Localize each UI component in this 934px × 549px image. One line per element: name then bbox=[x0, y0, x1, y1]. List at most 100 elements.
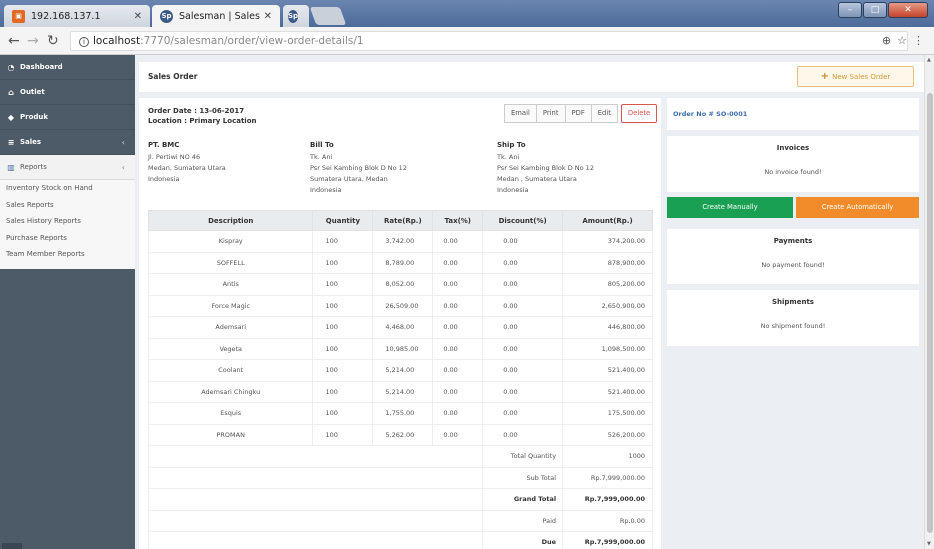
invoices-panel: Invoices No invoice found! bbox=[667, 136, 919, 192]
close-tab-icon[interactable]: ✕ bbox=[134, 11, 142, 22]
minimize-icon[interactable]: – bbox=[838, 2, 862, 18]
summary-label: Total Quantity bbox=[482, 445, 564, 468]
close-tab-icon[interactable]: ✕ bbox=[264, 11, 272, 22]
address-line: Medan, Sumatera Utara bbox=[148, 164, 226, 172]
shipments-empty-text: No shipment found! bbox=[760, 322, 826, 330]
email-button[interactable]: Email bbox=[504, 104, 537, 123]
table-row: SOFFELL 100 8,789.00 0.00 0.00 878,900.00 bbox=[147, 251, 653, 274]
report-link-inventory[interactable]: Inventory Stock on Hand bbox=[0, 180, 135, 197]
reload-icon[interactable]: ↻ bbox=[47, 33, 59, 49]
summary-row: Due Rp.7,999,000.00 bbox=[147, 531, 653, 549]
tab-stockpile-label-area bbox=[282, 5, 312, 27]
table-cell: Kispray bbox=[147, 230, 314, 253]
sidebar-item-dashboard[interactable]: ◔ Dashboard bbox=[0, 55, 135, 80]
tab-ip[interactable]: ▣ 192.168.137.1 ✕ bbox=[4, 5, 150, 27]
table-cell: 0.00 bbox=[482, 337, 564, 360]
order-date: Order Date : 13-06-2017 bbox=[148, 107, 245, 115]
table-row: Coolant 100 5,214.00 0.00 0.00 521,400.00 bbox=[147, 359, 653, 382]
sidebar-item-label: Reports bbox=[20, 163, 47, 171]
report-link-sales-history[interactable]: Sales History Reports bbox=[0, 213, 135, 230]
address-line: Jl. Pertiwi NO 46 bbox=[148, 153, 201, 161]
table-cell: 0.00 bbox=[482, 359, 564, 382]
order-meta: Order Date : 13-06-2017 Location : Prima… bbox=[148, 106, 257, 126]
url-input[interactable]: i localhost:7770/salesman/order/view-orde… bbox=[70, 31, 908, 51]
delete-button[interactable]: Delete bbox=[620, 104, 658, 123]
order-number: Order No # SO-0001 bbox=[673, 110, 748, 118]
page-header: Sales Order + New Sales Order bbox=[139, 62, 924, 92]
maximize-icon[interactable]: □ bbox=[863, 2, 887, 18]
new-tab-button[interactable] bbox=[309, 7, 347, 25]
invoices-title: Invoices bbox=[776, 144, 810, 152]
table-cell: 5,262.00 bbox=[372, 423, 434, 446]
table-cell: 3,742.00 bbox=[372, 230, 434, 253]
column-header: Description bbox=[147, 210, 314, 231]
cubes-icon: ◆ bbox=[7, 112, 15, 122]
company-address: PT. BMC Jl. Pertiwi NO 46 Medan, Sumater… bbox=[148, 140, 226, 185]
payments-empty-text: No payment found! bbox=[761, 261, 825, 269]
summary-row: Total Quantity 1000 bbox=[147, 445, 653, 468]
close-window-icon[interactable]: ✕ bbox=[888, 2, 928, 18]
address-line: Sumatera Utara, Medan bbox=[310, 175, 388, 183]
back-icon[interactable]: ← bbox=[8, 33, 20, 49]
table-cell: 0.00 bbox=[432, 316, 484, 339]
sidebar-item-label: Dashboard bbox=[20, 63, 63, 71]
summary-spacer bbox=[147, 509, 484, 532]
payments-panel: Payments No payment found! bbox=[667, 229, 919, 284]
info-icon[interactable]: i bbox=[79, 37, 89, 47]
chevron-left-icon: ‹ bbox=[121, 137, 125, 147]
sidebar-item-reports[interactable]: ▥ Reports ‹ bbox=[0, 155, 135, 180]
order-location: Location : Primary Location bbox=[148, 117, 257, 125]
new-sales-order-button[interactable]: + New Sales Order bbox=[797, 66, 914, 87]
table-cell: 0.00 bbox=[482, 402, 564, 425]
page-scrollbar[interactable]: ▲ ▼ bbox=[924, 55, 934, 549]
create-manually-button[interactable]: Create Manually bbox=[667, 197, 793, 218]
column-header: Quantity bbox=[312, 210, 374, 231]
tab-salesman[interactable]: Sp Salesman | Sales ✕ bbox=[152, 5, 280, 27]
scrollbar-thumb[interactable] bbox=[927, 93, 933, 533]
company-name: PT. BMC bbox=[148, 141, 180, 149]
table-row: Kispray 100 3,742.00 0.00 0.00 374,200.00 bbox=[147, 230, 653, 253]
scroll-up-icon[interactable]: ▲ bbox=[927, 57, 931, 63]
table-cell: 100 bbox=[312, 423, 374, 446]
sidebar-item-label: Outlet bbox=[20, 88, 45, 96]
table-cell: 100 bbox=[312, 380, 374, 403]
table-cell: 526,200.00 bbox=[562, 423, 653, 446]
table-cell: 2,650,900.00 bbox=[562, 294, 653, 317]
table-row: Vegeta 100 10,985.00 0.00 0.00 1,098,500.00 bbox=[147, 337, 653, 360]
sidebar-item-sales[interactable]: ≡ Sales ‹ bbox=[0, 130, 135, 155]
table-cell: 5,214.00 bbox=[372, 380, 434, 403]
table-cell: 100 bbox=[312, 402, 374, 425]
zoom-star-menu-icons[interactable]: ⊕☆⋮ bbox=[882, 34, 930, 47]
summary-value: Rp.7,999,000.00 bbox=[562, 488, 653, 511]
report-link-purchase[interactable]: Purchase Reports bbox=[0, 229, 135, 246]
report-link-team-member[interactable]: Team Member Reports bbox=[0, 246, 135, 263]
invoices-empty-text: No invoice found! bbox=[764, 168, 822, 176]
new-sales-order-label: New Sales Order bbox=[832, 73, 891, 81]
address-line: Psr Sei Kambing Blok D No 12 bbox=[497, 164, 594, 172]
edit-button[interactable]: Edit bbox=[590, 104, 618, 123]
table-cell: 1,098,500.00 bbox=[562, 337, 653, 360]
column-header: Rate(Rp.) bbox=[372, 210, 434, 231]
create-automatically-button[interactable]: Create Automatically bbox=[796, 197, 919, 218]
summary-spacer bbox=[147, 531, 484, 549]
table-row: Antis 100 8,052.00 0.00 0.00 805,200.00 bbox=[147, 273, 653, 296]
sidebar-item-outlet[interactable]: ⌂ Outlet bbox=[0, 80, 135, 105]
tab-label: 192.168.137.1 bbox=[31, 10, 101, 22]
sidebar-item-produk[interactable]: ◆ Produk bbox=[0, 105, 135, 130]
report-link-sales[interactable]: Sales Reports bbox=[0, 196, 135, 213]
table-row: Ademsari 100 4,468.00 0.00 0.00 446,800.00 bbox=[147, 316, 653, 339]
summary-label: Due bbox=[482, 531, 564, 549]
table-cell: 10,985.00 bbox=[372, 337, 434, 360]
print-button[interactable]: Print bbox=[535, 104, 566, 123]
scroll-down-icon[interactable]: ▼ bbox=[927, 541, 931, 547]
table-row: Ademsari Chingku 100 5,214.00 0.00 0.00 521,4… bbox=[147, 380, 653, 403]
sidebar-footer-handle bbox=[2, 543, 22, 549]
summary-label: Grand Total bbox=[482, 488, 564, 511]
forward-icon[interactable]: → bbox=[27, 33, 39, 49]
summary-spacer bbox=[147, 466, 484, 489]
pdf-button[interactable]: PDF bbox=[564, 104, 592, 123]
payments-title: Payments bbox=[773, 237, 813, 245]
sidebar-item-label: Produk bbox=[20, 113, 49, 121]
address-line: Indonesia bbox=[497, 186, 529, 194]
summary-row: Sub Total Rp.7,999,000.00 bbox=[147, 466, 653, 489]
